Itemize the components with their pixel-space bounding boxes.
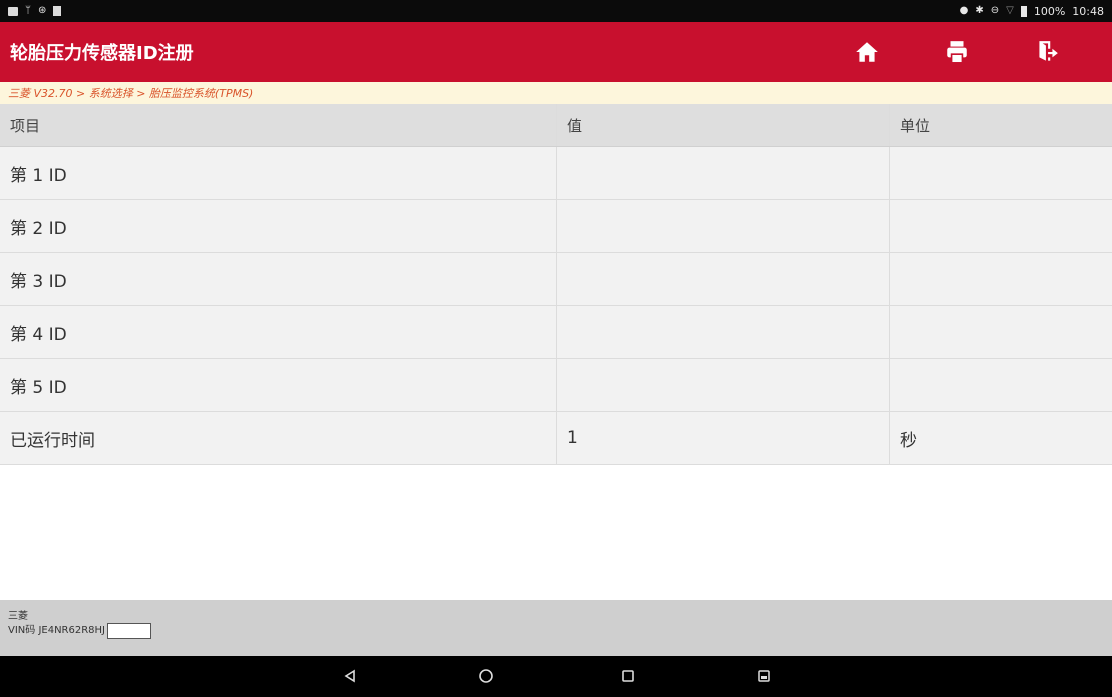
row-value bbox=[556, 359, 889, 411]
row-item: 第 2 ID bbox=[10, 218, 67, 239]
status-right-icons: ● ✱ ⊖ ▽ 100% 10:48 bbox=[960, 5, 1104, 18]
print-icon bbox=[947, 41, 967, 64]
navigation-bar bbox=[0, 656, 1112, 697]
table-row[interactable]: 第 4 ID bbox=[0, 306, 1112, 359]
home-nav-button[interactable] bbox=[474, 664, 498, 688]
home-circle-icon bbox=[479, 669, 493, 683]
exit-button[interactable] bbox=[1002, 22, 1092, 82]
row-value bbox=[556, 306, 889, 358]
row-unit: 秒 bbox=[889, 412, 1112, 464]
row-unit bbox=[889, 253, 1112, 305]
row-unit bbox=[889, 147, 1112, 199]
row-item: 第 3 ID bbox=[10, 271, 67, 292]
sync-icon: ⊛ bbox=[38, 5, 47, 16]
row-unit bbox=[889, 359, 1112, 411]
status-left-icons: ᛘ ⊛ bbox=[8, 5, 62, 16]
column-header-value: 值 bbox=[556, 104, 889, 146]
screenshot-button[interactable] bbox=[752, 664, 776, 688]
recents-button[interactable] bbox=[616, 664, 640, 688]
data-table: 项目 值 单位 第 1 ID 第 2 ID 第 3 ID 第 4 ID 第 5 … bbox=[0, 104, 1112, 465]
row-value bbox=[556, 253, 889, 305]
back-button[interactable] bbox=[338, 664, 362, 688]
print-button[interactable] bbox=[912, 22, 1002, 82]
table-header: 项目 值 单位 bbox=[0, 104, 1112, 147]
wifi-icon: ▽ bbox=[1006, 5, 1014, 16]
page-title: 轮胎压力传感器ID注册 bbox=[10, 43, 194, 64]
table-row[interactable]: 第 5 ID bbox=[0, 359, 1112, 412]
vin-text: VIN码 JE4NR62R8HJ bbox=[8, 625, 106, 636]
row-item: 第 4 ID bbox=[10, 324, 67, 345]
status-time: 10:48 bbox=[1072, 4, 1104, 18]
screenshot-icon bbox=[758, 670, 770, 682]
row-unit bbox=[889, 200, 1112, 252]
home-icon bbox=[856, 42, 878, 62]
sdcard-icon bbox=[53, 6, 62, 16]
status-bar: ᛘ ⊛ ● ✱ ⊖ ▽ 100% 10:48 bbox=[0, 0, 1112, 22]
image-icon bbox=[8, 6, 18, 16]
row-unit bbox=[889, 306, 1112, 358]
battery-icon bbox=[1020, 5, 1027, 17]
usb-icon: ᛘ bbox=[25, 5, 31, 16]
row-item: 已运行时间 bbox=[10, 430, 95, 451]
exit-icon bbox=[1039, 41, 1058, 61]
column-header-item: 项目 bbox=[10, 116, 41, 135]
recents-icon bbox=[622, 670, 634, 682]
vin-redaction-box bbox=[107, 623, 152, 639]
column-header-unit: 单位 bbox=[889, 104, 1112, 146]
table-row[interactable]: 第 1 ID bbox=[0, 147, 1112, 200]
row-value bbox=[556, 147, 889, 199]
row-item: 第 5 ID bbox=[10, 377, 67, 398]
back-icon bbox=[344, 669, 355, 683]
table-row[interactable]: 已运行时间 1 秒 bbox=[0, 412, 1112, 465]
table-row[interactable]: 第 2 ID bbox=[0, 200, 1112, 253]
row-item: 第 1 ID bbox=[10, 165, 67, 186]
title-bar: 轮胎压力传感器ID注册 bbox=[0, 22, 1112, 82]
location-icon: ● bbox=[959, 5, 969, 16]
breadcrumb: 三菱 V32.70 > 系统选择 > 胎压监控系统(TPMS) bbox=[0, 82, 1112, 104]
row-value bbox=[556, 200, 889, 252]
vehicle-info-bar: 三菱 VIN码 JE4NR62R8HJ bbox=[0, 600, 1112, 656]
table-row[interactable]: 第 3 ID bbox=[0, 253, 1112, 306]
dnd-icon: ⊖ bbox=[990, 5, 1000, 16]
home-button[interactable] bbox=[822, 22, 912, 82]
battery-percent: 100% bbox=[1033, 4, 1066, 18]
vin-line: VIN码 JE4NR62R8HJ bbox=[8, 623, 1112, 639]
row-value: 1 bbox=[556, 412, 889, 464]
vehicle-make: 三菱 bbox=[8, 611, 28, 622]
bluetooth-icon: ✱ bbox=[975, 5, 984, 16]
